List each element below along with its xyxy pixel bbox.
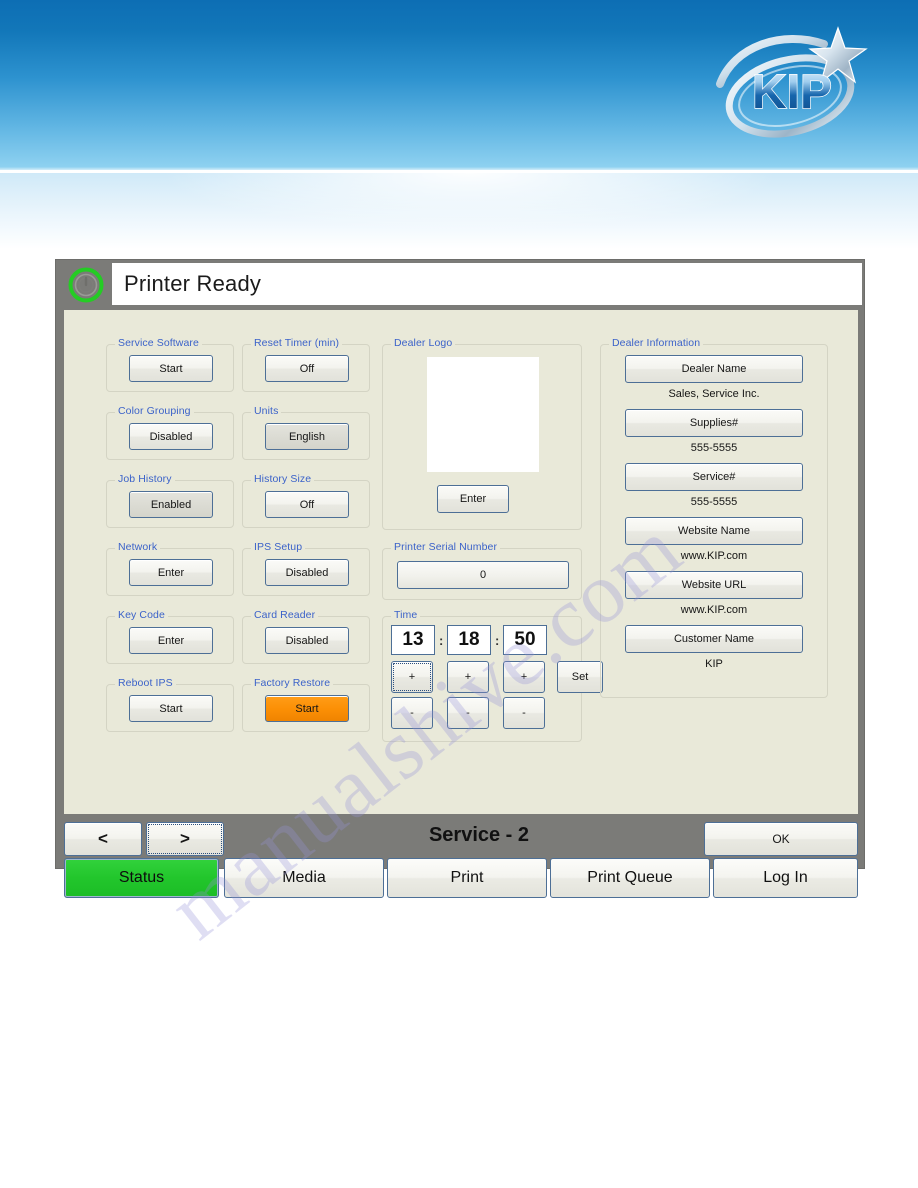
tab-log-in[interactable]: Log In <box>713 858 858 898</box>
reboot-ips-button[interactable]: Start <box>129 695 213 722</box>
ok-button[interactable]: OK <box>704 822 858 856</box>
group-label: Time <box>391 609 421 621</box>
time-seconds-increment-button[interactable]: + <box>503 661 545 693</box>
time-seconds-decrement-button[interactable]: - <box>503 697 545 729</box>
group-label: Network <box>115 541 161 553</box>
card-reader-button[interactable]: Disabled <box>265 627 349 654</box>
power-icon[interactable] <box>64 267 108 303</box>
time-hours-decrement-button[interactable]: - <box>391 697 433 729</box>
group-label: Card Reader <box>251 609 319 621</box>
page-title: Service - 2 <box>428 824 530 846</box>
group-label: Printer Serial Number <box>391 541 501 553</box>
group-service-software: Service Software Start <box>106 337 234 392</box>
job-history-button[interactable]: Enabled <box>129 491 213 518</box>
kip-logo-text: KIP <box>752 66 832 119</box>
group-reboot-ips: Reboot IPS Start <box>106 677 234 732</box>
supplies-number-button[interactable]: Supplies# <box>625 409 803 437</box>
group-reset-timer: Reset Timer (min) Off <box>242 337 370 392</box>
group-history-size: History Size Off <box>242 473 370 528</box>
group-label: Service Software <box>115 337 202 349</box>
key-code-button[interactable]: Enter <box>129 627 213 654</box>
ips-setup-button[interactable]: Disabled <box>265 559 349 586</box>
website-url-value: www.KIP.com <box>680 604 748 616</box>
group-label: IPS Setup <box>251 541 306 553</box>
status-message: Printer Ready <box>124 271 262 296</box>
time-minutes-field[interactable]: 18 <box>447 625 491 655</box>
supplies-number-value: 555-5555 <box>690 442 738 454</box>
navigation-row: < > Service - 2 OK <box>64 816 858 864</box>
group-label: Units <box>251 405 282 417</box>
tab-media[interactable]: Media <box>224 858 384 898</box>
time-separator-1: : <box>439 633 444 648</box>
service-number-button[interactable]: Service# <box>625 463 803 491</box>
group-label: Dealer Logo <box>391 337 456 349</box>
tab-bar: Status Media Print Print Queue Log In <box>64 858 858 902</box>
printer-serial-number-field[interactable]: 0 <box>397 561 569 589</box>
time-seconds-field[interactable]: 50 <box>503 625 547 655</box>
time-hours-field[interactable]: 13 <box>391 625 435 655</box>
group-printer-serial-number: Printer Serial Number 0 <box>382 541 582 600</box>
group-color-grouping: Color Grouping Disabled <box>106 405 234 460</box>
service-software-button[interactable]: Start <box>129 355 213 382</box>
group-key-code: Key Code Enter <box>106 609 234 664</box>
group-label: Dealer Information <box>609 337 704 349</box>
time-minutes-decrement-button[interactable]: - <box>447 697 489 729</box>
group-ips-setup: IPS Setup Disabled <box>242 541 370 596</box>
group-job-history: Job History Enabled <box>106 473 234 528</box>
units-button[interactable]: English <box>265 423 349 450</box>
service-number-value: 555-5555 <box>690 496 738 508</box>
dealer-name-button[interactable]: Dealer Name <box>625 355 803 383</box>
status-message-box: Printer Ready <box>112 263 862 305</box>
settings-content-area: Service Software Start Reset Timer (min)… <box>64 310 858 814</box>
network-button[interactable]: Enter <box>129 559 213 586</box>
group-label: History Size <box>251 473 315 485</box>
page-banner: KIP <box>0 0 918 249</box>
group-card-reader: Card Reader Disabled <box>242 609 370 664</box>
group-network: Network Enter <box>106 541 234 596</box>
history-size-button[interactable]: Off <box>265 491 349 518</box>
group-label: Factory Restore <box>251 677 334 689</box>
dealer-name-value: Sales, Service Inc. <box>668 388 760 400</box>
time-hours-increment-button[interactable]: + <box>391 661 433 693</box>
status-bar: Printer Ready <box>56 260 866 308</box>
printer-control-panel: Printer Ready Service Software Start Res… <box>55 259 866 898</box>
group-units: Units English <box>242 405 370 460</box>
website-name-value: www.KIP.com <box>680 550 748 562</box>
dealer-logo-enter-button[interactable]: Enter <box>437 485 509 513</box>
group-dealer-information: Dealer Information Dealer Name Sales, Se… <box>600 337 828 698</box>
group-label: Reset Timer (min) <box>251 337 343 349</box>
group-factory-restore: Factory Restore Start <box>242 677 370 732</box>
customer-name-value: KIP <box>705 658 723 670</box>
website-url-button[interactable]: Website URL <box>625 571 803 599</box>
banner-glow-highlight <box>160 173 780 233</box>
color-grouping-button[interactable]: Disabled <box>129 423 213 450</box>
kip-logo: KIP <box>712 22 872 152</box>
website-name-button[interactable]: Website Name <box>625 517 803 545</box>
group-dealer-logo: Dealer Logo Enter <box>382 337 582 530</box>
dealer-logo-preview <box>427 357 539 472</box>
factory-restore-button[interactable]: Start <box>265 695 349 722</box>
previous-page-button[interactable]: < <box>64 822 142 856</box>
customer-name-button[interactable]: Customer Name <box>625 625 803 653</box>
group-label: Color Grouping <box>115 405 194 417</box>
tab-print[interactable]: Print <box>387 858 547 898</box>
next-page-button[interactable]: > <box>146 822 224 856</box>
tab-status[interactable]: Status <box>64 858 219 898</box>
group-label: Job History <box>115 473 175 485</box>
tab-print-queue[interactable]: Print Queue <box>550 858 710 898</box>
time-minutes-increment-button[interactable]: + <box>447 661 489 693</box>
time-separator-2: : <box>495 633 500 648</box>
time-set-button[interactable]: Set <box>557 661 603 693</box>
group-time: Time 13 : 18 : 50 + + + Set - - - <box>382 609 603 742</box>
group-label: Key Code <box>115 609 168 621</box>
group-label: Reboot IPS <box>115 677 176 689</box>
reset-timer-button[interactable]: Off <box>265 355 349 382</box>
